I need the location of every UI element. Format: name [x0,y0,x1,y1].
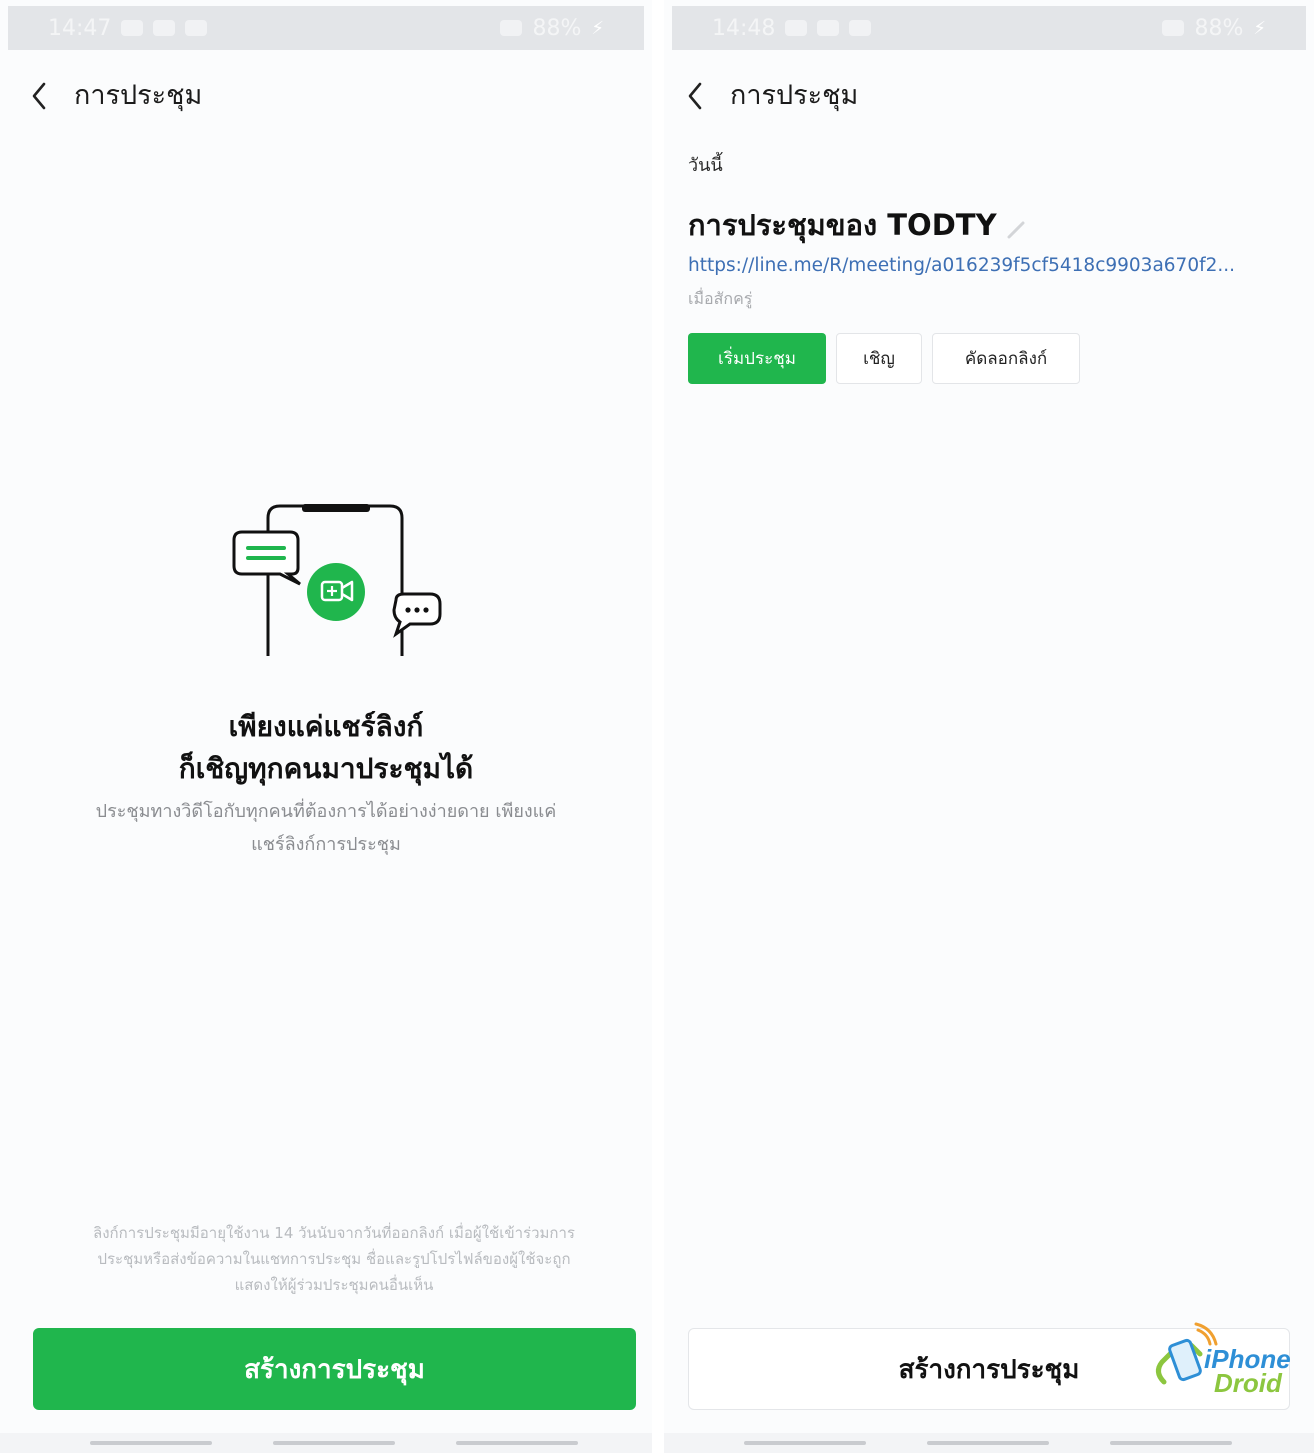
promo-title-line2: ก็เชิญทุกคนมาประชุมได้ [178,752,474,785]
notice-line1: ลิงก์การประชุมมีอายุใช้งาน 14 วันนับจากว… [93,1224,575,1242]
meeting-actions: เริ่มประชุม เชิญ คัดลอกลิงก์ [688,333,1080,384]
chevron-left-icon [688,82,702,110]
nav-back-button[interactable] [1110,1441,1232,1445]
nav-back-button[interactable] [456,1441,578,1445]
meeting-time: เมื่อสักครู่ [688,289,753,308]
battery-level: 88% [532,15,582,41]
divider [652,0,664,1453]
copy-link-button[interactable]: คัดลอกลิงก์ [932,333,1080,384]
system-nav-bar [0,1433,652,1453]
iphonedroid-watermark: iPhone Droid [1150,1320,1291,1404]
gallery-notification-icon [185,20,208,36]
system-nav-bar [664,1433,1314,1453]
nav-recent-button[interactable] [90,1441,212,1445]
right-screen: 14:48 88% ⚡ การประชุม วันนี้ การประชุมขอ… [664,0,1314,1453]
page-title: การประชุม [74,80,203,111]
chevron-left-icon [32,82,46,110]
promo-desc-line2: แชร์ลิงก์การประชุม [251,834,401,855]
status-bar: 14:48 88% ⚡ [672,6,1306,50]
notice-line3: แสดงให้ผู้ร่วมประชุมคนอื่นเห็น [234,1276,434,1294]
status-time: 14:48 [712,15,776,41]
promo-desc-line1: ประชุมทางวิดีโอกับทุกคนที่ต้องการได้อย่า… [95,801,557,822]
back-button[interactable] [26,78,56,114]
status-bar: 14:47 88% ⚡ [8,6,644,50]
gallery-notification-icon [785,20,808,36]
status-time: 14:47 [48,15,112,41]
charging-icon: ⚡ [591,17,604,39]
promo-description: ประชุมทางวิดีโอกับทุกคนที่ต้องการได้อย่า… [60,795,592,861]
create-meeting-button[interactable]: สร้างการประชุม [33,1328,636,1410]
line-notification-icon [121,20,144,36]
promo-title-line1: เพียงแค่แชร์ลิงก์ [228,710,424,743]
nav-home-button[interactable] [927,1441,1049,1445]
nav-recent-button[interactable] [744,1441,866,1445]
battery-level: 88% [1194,15,1244,41]
watermark-line2: Droid [1214,1368,1282,1398]
message-notification-icon [849,20,872,36]
meeting-link[interactable]: https://line.me/R/meeting/a016239f5cf541… [688,255,1268,276]
left-screen: 14:47 88% ⚡ การประชุม เพียงแค่แชร์ลิงก์ … [0,0,652,1453]
promo-title: เพียงแค่แชร์ลิงก์ ก็เชิญทุกคนมาประชุมได้ [0,706,652,790]
charging-icon: ⚡ [1253,17,1266,39]
phone-video-chat-illustration [224,500,448,664]
back-button[interactable] [682,78,712,114]
link-expiry-notice: ลิงก์การประชุมมีอายุใช้งาน 14 วันนับจากว… [42,1220,626,1298]
page-title: การประชุม [730,80,859,111]
signal-icon [500,20,523,36]
app-header: การประชุม [664,72,1314,120]
signal-icon [1162,20,1185,36]
meeting-title: การประชุมของ TODTY [688,208,997,242]
pencil-icon[interactable] [1005,214,1027,239]
start-meeting-button[interactable]: เริ่มประชุม [688,333,826,384]
meeting-title-row: การประชุมของ TODTY [688,202,1027,248]
app-header: การประชุม [0,72,652,120]
line-notification-icon [817,20,840,36]
message-notification-icon [153,20,176,36]
invite-button[interactable]: เชิญ [836,333,922,384]
section-label-today: วันนี้ [688,155,723,176]
notice-line2: ประชุมหรือส่งข้อความในแชทการประชุม ชื่อแ… [97,1250,571,1268]
nav-home-button[interactable] [273,1441,395,1445]
